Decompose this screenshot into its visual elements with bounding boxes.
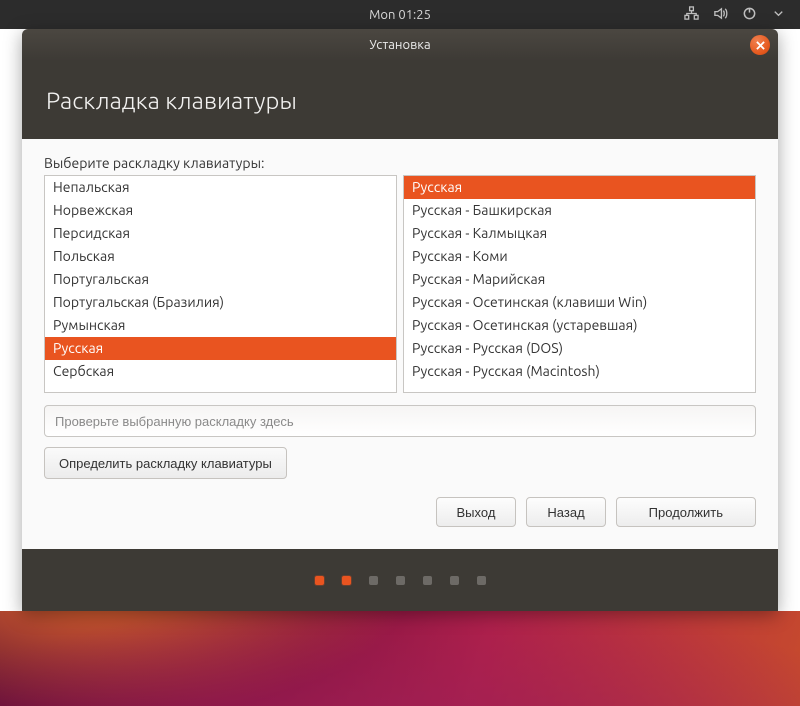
progress-dot xyxy=(369,576,378,585)
nav-buttons: Выход Назад Продолжить xyxy=(44,497,756,527)
layout-variant-item[interactable]: Русская - Осетинская (устаревшая) xyxy=(404,314,755,337)
choose-layout-prompt: Выберите раскладку клавиатуры: xyxy=(44,155,756,171)
chevron-down-icon[interactable] xyxy=(771,6,786,24)
power-icon[interactable] xyxy=(742,6,757,24)
page-body: Выберите раскладку клавиатуры: Непальска… xyxy=(22,139,778,549)
progress-dots xyxy=(22,549,778,611)
layout-language-list[interactable]: НепальскаяНорвежскаяПерсидскаяПольскаяПо… xyxy=(44,175,397,393)
window-titlebar: Установка xyxy=(22,29,778,61)
layout-variant-item[interactable]: Русская - Русская (DOS) xyxy=(404,337,755,360)
progress-dot xyxy=(450,576,459,585)
progress-dot xyxy=(423,576,432,585)
layout-variant-item[interactable]: Русская - Русская (Macintosh) xyxy=(404,360,755,383)
layout-variant-list[interactable]: РусскаяРусская - БашкирскаяРусская - Кал… xyxy=(403,175,756,393)
layout-variant-item[interactable]: Русская - Осетинская (клавиши Win) xyxy=(404,291,755,314)
clock-label: Mon 01:25 xyxy=(369,8,431,22)
detect-layout-button[interactable]: Определить раскладку клавиатуры xyxy=(44,447,287,479)
progress-dot xyxy=(396,576,405,585)
layout-variant-item[interactable]: Русская - Марийская xyxy=(404,268,755,291)
layout-language-item[interactable]: Сербская xyxy=(45,360,396,383)
layout-language-item[interactable]: Португальская (Бразилия) xyxy=(45,291,396,314)
continue-button[interactable]: Продолжить xyxy=(616,497,756,527)
progress-dot xyxy=(342,576,351,585)
test-layout-input[interactable] xyxy=(44,405,756,437)
progress-dot xyxy=(477,576,486,585)
layout-lists: НепальскаяНорвежскаяПерсидскаяПольскаяПо… xyxy=(44,175,756,393)
layout-variant-item[interactable]: Русская xyxy=(404,176,755,199)
desktop-wallpaper xyxy=(0,611,800,706)
page-header: Раскладка клавиатуры xyxy=(22,61,778,139)
layout-language-item[interactable]: Норвежская xyxy=(45,199,396,222)
system-top-bar: Mon 01:25 xyxy=(0,0,800,29)
layout-variant-item[interactable]: Русская - Башкирская xyxy=(404,199,755,222)
installer-window: Установка Раскладка клавиатуры Выберите … xyxy=(22,29,778,611)
layout-variant-item[interactable]: Русская - Коми xyxy=(404,245,755,268)
back-button[interactable]: Назад xyxy=(526,497,605,527)
layout-language-item[interactable]: Польская xyxy=(45,245,396,268)
layout-language-item[interactable]: Персидская xyxy=(45,222,396,245)
layout-language-item[interactable]: Португальская xyxy=(45,268,396,291)
top-indicators xyxy=(684,0,786,29)
window-title-label: Установка xyxy=(369,38,430,52)
quit-button[interactable]: Выход xyxy=(436,497,517,527)
progress-dot xyxy=(315,576,324,585)
layout-language-item[interactable]: Румынская xyxy=(45,314,396,337)
layout-variant-item[interactable]: Русская - Калмыцкая xyxy=(404,222,755,245)
layout-language-item[interactable]: Непальская xyxy=(45,176,396,199)
volume-icon[interactable] xyxy=(713,6,728,24)
page-title: Раскладка клавиатуры xyxy=(46,87,297,114)
window-close-button[interactable] xyxy=(750,35,770,55)
layout-language-item[interactable]: Русская xyxy=(45,337,396,360)
network-icon[interactable] xyxy=(684,6,699,24)
